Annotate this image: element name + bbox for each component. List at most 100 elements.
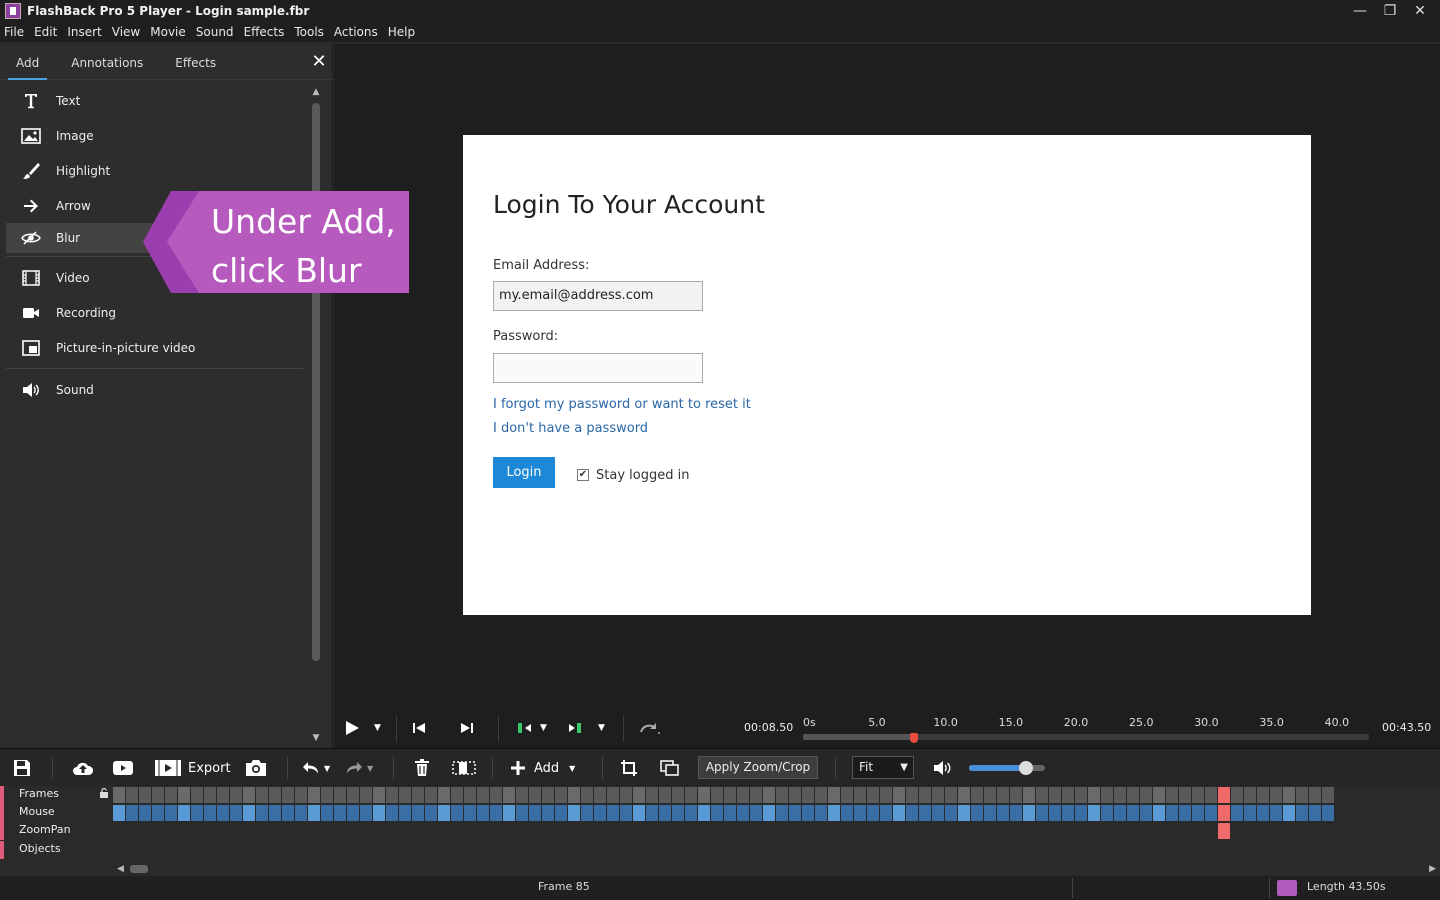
- frame-cell[interactable]: [542, 787, 555, 803]
- mouse-cell[interactable]: [282, 805, 295, 821]
- frame-cell[interactable]: [165, 787, 178, 803]
- frame-cell[interactable]: [1244, 787, 1257, 803]
- mouse-cell[interactable]: [997, 805, 1010, 821]
- frame-cell[interactable]: [152, 787, 165, 803]
- mouse-cell[interactable]: [230, 805, 243, 821]
- zoompan-cell[interactable]: [802, 823, 815, 839]
- add-item-highlight[interactable]: Highlight: [6, 153, 303, 188]
- zoompan-cell[interactable]: [1023, 823, 1036, 839]
- frame-cell[interactable]: [503, 787, 516, 803]
- panel-scrollbar[interactable]: ▲ ▼: [309, 85, 323, 745]
- zoompan-cell[interactable]: [1010, 823, 1023, 839]
- frame-cell[interactable]: [1010, 787, 1023, 803]
- add-item-pip[interactable]: Picture-in-picture video: [6, 330, 303, 365]
- zoompan-cell[interactable]: [165, 823, 178, 839]
- zoompan-cell[interactable]: [776, 823, 789, 839]
- mouse-cell[interactable]: [958, 805, 971, 821]
- zoompan-cell[interactable]: [373, 823, 386, 839]
- mouse-cell[interactable]: [698, 805, 711, 821]
- close-window-button[interactable]: ✕: [1405, 0, 1435, 22]
- frame-cell[interactable]: [490, 787, 503, 803]
- minimize-button[interactable]: —: [1345, 0, 1375, 22]
- playhead-marker[interactable]: [909, 733, 918, 743]
- zoompan-cell[interactable]: [997, 823, 1010, 839]
- zoompan-cell[interactable]: [1296, 823, 1309, 839]
- frame-cell[interactable]: [880, 787, 893, 803]
- frame-cell[interactable]: [1257, 787, 1270, 803]
- zoompan-cell[interactable]: [113, 823, 126, 839]
- mouse-cell[interactable]: [711, 805, 724, 821]
- mouse-cell[interactable]: [269, 805, 282, 821]
- zoompan-cell[interactable]: [191, 823, 204, 839]
- mouse-cell[interactable]: [1257, 805, 1270, 821]
- zoompan-cell[interactable]: [594, 823, 607, 839]
- mouse-cell[interactable]: [1140, 805, 1153, 821]
- zoompan-cell[interactable]: [139, 823, 152, 839]
- menu-insert[interactable]: Insert: [67, 25, 101, 39]
- mouse-cell[interactable]: [386, 805, 399, 821]
- zoompan-cell[interactable]: [438, 823, 451, 839]
- frame-cell[interactable]: [815, 787, 828, 803]
- mouse-track-row[interactable]: [113, 805, 1335, 821]
- mouse-cell[interactable]: [945, 805, 958, 821]
- frame-cell[interactable]: [178, 787, 191, 803]
- tab-add[interactable]: Add: [0, 44, 55, 80]
- frame-cell[interactable]: [256, 787, 269, 803]
- mark-in-chevron-down-icon[interactable]: ▼: [540, 718, 547, 738]
- mouse-cell[interactable]: [867, 805, 880, 821]
- mouse-cell[interactable]: [594, 805, 607, 821]
- zoompan-cell[interactable]: [633, 823, 646, 839]
- mouse-cell[interactable]: [477, 805, 490, 821]
- zoompan-cell[interactable]: [477, 823, 490, 839]
- zoompan-cell[interactable]: [581, 823, 594, 839]
- zoompan-cell[interactable]: [919, 823, 932, 839]
- frame-cell[interactable]: [1114, 787, 1127, 803]
- mouse-cell[interactable]: [1101, 805, 1114, 821]
- mouse-cell[interactable]: [1153, 805, 1166, 821]
- frame-cell[interactable]: [516, 787, 529, 803]
- frame-cell[interactable]: [1179, 787, 1192, 803]
- zoompan-cell[interactable]: [685, 823, 698, 839]
- mouse-cell[interactable]: [555, 805, 568, 821]
- zoom-fit-select[interactable]: Fit ▼: [852, 756, 914, 779]
- mouse-cell[interactable]: [165, 805, 178, 821]
- add-item-text[interactable]: Text: [6, 83, 303, 118]
- add-item-sound[interactable]: Sound: [6, 372, 303, 407]
- menu-movie[interactable]: Movie: [150, 25, 186, 39]
- volume-slider-knob[interactable]: [1019, 761, 1033, 775]
- mouse-cell[interactable]: [581, 805, 594, 821]
- time-ruler[interactable]: 0s 5.0 10.0 15.0 20.0 25.0 30.0 35.0 40.0: [803, 716, 1369, 743]
- mouse-cell[interactable]: [204, 805, 217, 821]
- go-to-start-icon[interactable]: [412, 718, 426, 738]
- zoompan-cell[interactable]: [984, 823, 997, 839]
- zoompan-cell[interactable]: [282, 823, 295, 839]
- frame-cell[interactable]: [451, 787, 464, 803]
- zoompan-cell[interactable]: [815, 823, 828, 839]
- volume-slider[interactable]: [969, 761, 1045, 775]
- scroll-down-icon[interactable]: ▼: [309, 731, 323, 745]
- frame-cell[interactable]: [347, 787, 360, 803]
- mouse-cell[interactable]: [308, 805, 321, 821]
- mouse-cell[interactable]: [542, 805, 555, 821]
- zoompan-cell[interactable]: [828, 823, 841, 839]
- mouse-cell[interactable]: [971, 805, 984, 821]
- zoompan-cell[interactable]: [503, 823, 516, 839]
- frame-cell[interactable]: [399, 787, 412, 803]
- apply-zoom-crop-button[interactable]: Apply Zoom/Crop: [698, 756, 818, 779]
- loop-redo-icon[interactable]: [639, 718, 661, 738]
- mouse-cell[interactable]: [1023, 805, 1036, 821]
- mouse-cell[interactable]: [529, 805, 542, 821]
- menu-actions[interactable]: Actions: [334, 25, 378, 39]
- zoompan-cell[interactable]: [932, 823, 945, 839]
- mouse-cell[interactable]: [438, 805, 451, 821]
- frame-cell[interactable]: [854, 787, 867, 803]
- mouse-cell[interactable]: [1088, 805, 1101, 821]
- mouse-cell[interactable]: [490, 805, 503, 821]
- mouse-cell[interactable]: [646, 805, 659, 821]
- frame-cell[interactable]: [308, 787, 321, 803]
- frame-cell[interactable]: [724, 787, 737, 803]
- frame-cell[interactable]: [230, 787, 243, 803]
- zoompan-cell[interactable]: [867, 823, 880, 839]
- scroll-left-icon[interactable]: ◀: [117, 862, 124, 876]
- frame-cell[interactable]: [477, 787, 490, 803]
